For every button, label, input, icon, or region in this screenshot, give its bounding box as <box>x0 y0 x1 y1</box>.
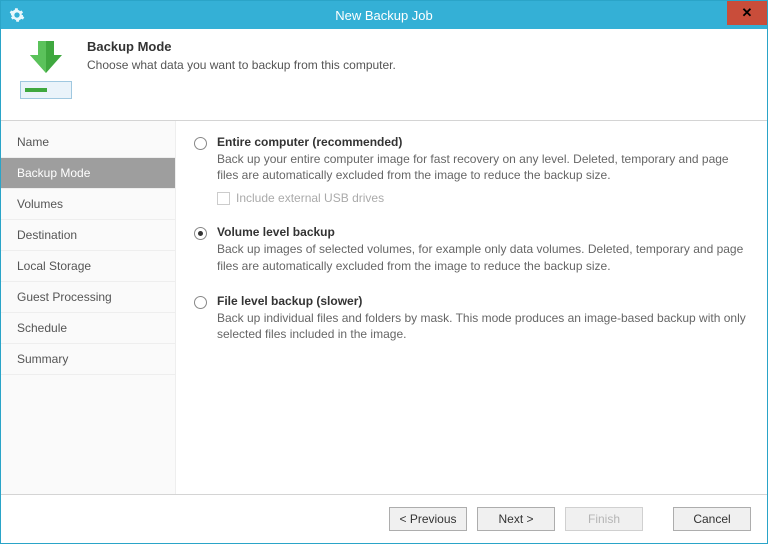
dialog-header: Backup Mode Choose what data you want to… <box>1 29 767 121</box>
usb-checkbox-label: Include external USB drives <box>236 191 384 205</box>
option-title: File level backup (slower) <box>217 294 749 308</box>
dialog-window: New Backup Job ✕ Backup Mode Choose what… <box>0 0 768 544</box>
dialog-body: Name Backup Mode Volumes Destination Loc… <box>1 121 767 494</box>
header-text: Backup Mode Choose what data you want to… <box>87 39 396 72</box>
sidebar-item-volumes[interactable]: Volumes <box>1 189 175 220</box>
window-title: New Backup Job <box>335 8 433 23</box>
progress-icon <box>20 81 72 99</box>
option-title: Entire computer (recommended) <box>217 135 749 149</box>
option-entire-computer[interactable]: Entire computer (recommended) Back up yo… <box>194 135 749 205</box>
option-desc: Back up individual files and folders by … <box>217 310 749 342</box>
sidebar-item-local-storage[interactable]: Local Storage <box>1 251 175 282</box>
option-title: Volume level backup <box>217 225 749 239</box>
previous-button[interactable]: < Previous <box>389 507 467 531</box>
option-file-level[interactable]: File level backup (slower) Back up indiv… <box>194 294 749 342</box>
radio-volume-level[interactable] <box>194 227 207 240</box>
sidebar-item-guest-processing[interactable]: Guest Processing <box>1 282 175 313</box>
close-icon: ✕ <box>742 5 753 21</box>
header-subtitle: Choose what data you want to backup from… <box>87 58 396 72</box>
usb-checkbox-row: Include external USB drives <box>217 191 749 205</box>
gear-icon <box>9 7 25 23</box>
radio-file-level[interactable] <box>194 296 207 309</box>
sidebar-item-schedule[interactable]: Schedule <box>1 313 175 344</box>
next-button[interactable]: Next > <box>477 507 555 531</box>
header-icon-block <box>19 39 73 99</box>
download-arrow-icon <box>26 39 66 73</box>
header-title: Backup Mode <box>87 39 396 54</box>
wizard-sidebar: Name Backup Mode Volumes Destination Loc… <box>1 121 176 494</box>
option-desc: Back up your entire computer image for f… <box>217 151 749 183</box>
option-volume-level[interactable]: Volume level backup Back up images of se… <box>194 225 749 273</box>
close-button[interactable]: ✕ <box>727 1 767 25</box>
content-pane: Entire computer (recommended) Back up yo… <box>176 121 767 494</box>
sidebar-item-destination[interactable]: Destination <box>1 220 175 251</box>
sidebar-item-summary[interactable]: Summary <box>1 344 175 375</box>
finish-button: Finish <box>565 507 643 531</box>
dialog-footer: < Previous Next > Finish Cancel <box>1 494 767 543</box>
sidebar-item-name[interactable]: Name <box>1 127 175 158</box>
sidebar-item-backup-mode[interactable]: Backup Mode <box>1 158 175 189</box>
radio-entire-computer[interactable] <box>194 137 207 150</box>
titlebar: New Backup Job ✕ <box>1 1 767 29</box>
cancel-button[interactable]: Cancel <box>673 507 751 531</box>
option-desc: Back up images of selected volumes, for … <box>217 241 749 273</box>
usb-checkbox <box>217 192 230 205</box>
